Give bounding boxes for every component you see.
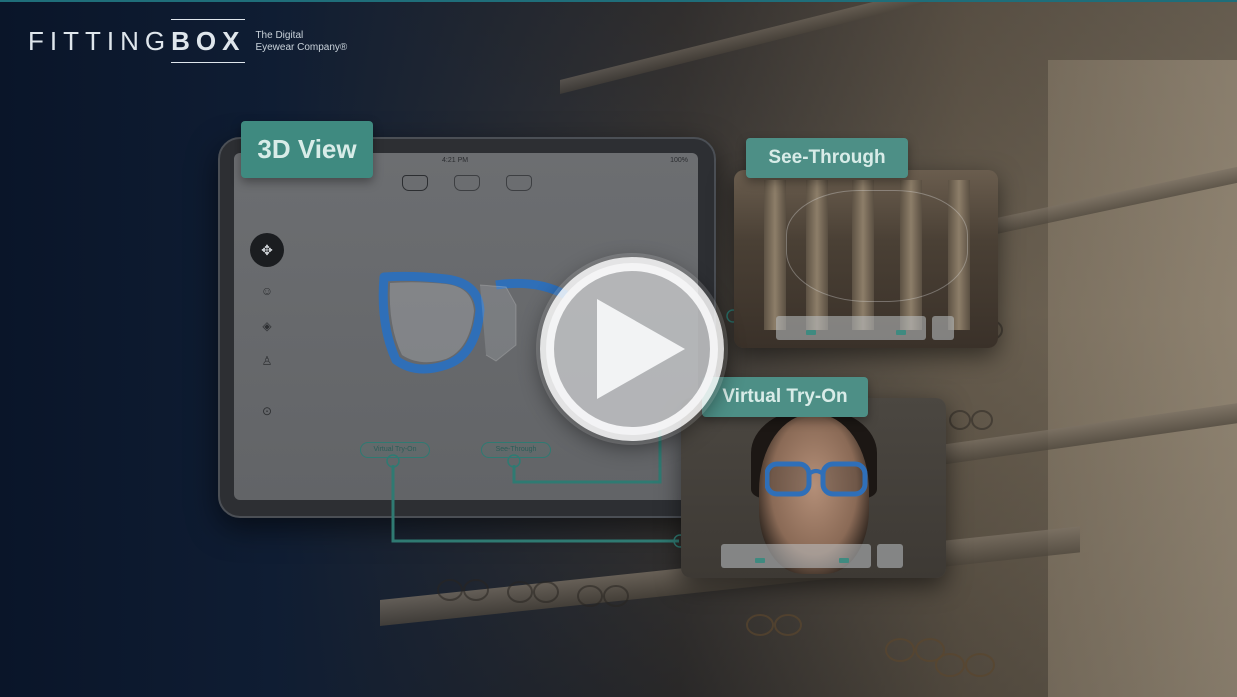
tagline-line-1: The Digital: [255, 29, 304, 41]
status-battery: 100%: [670, 157, 688, 164]
vto-toggle: [877, 544, 903, 568]
lens-outline: [786, 190, 968, 302]
tab-front-view-icon[interactable]: [402, 175, 428, 191]
vto-controls: [721, 544, 871, 568]
logo-text-1: FITTI: [28, 26, 121, 56]
move-icon[interactable]: ✥: [250, 233, 284, 267]
pill-virtual-try-on[interactable]: Virtual Try-On: [360, 442, 430, 458]
face-icon[interactable]: ☺: [256, 280, 278, 302]
view-tabs: [402, 175, 532, 191]
label-virtual-try-on: Virtual Try-On: [702, 377, 868, 417]
logo-tagline: The Digital Eyewear Company®: [255, 30, 347, 54]
play-icon: [597, 299, 685, 399]
vto-glasses-icon: [765, 461, 868, 497]
top-accent-line: [0, 0, 1237, 2]
color-icon[interactable]: ◈: [256, 315, 278, 337]
tab-side-view-icon[interactable]: [454, 175, 480, 191]
play-button[interactable]: [540, 257, 724, 441]
pill-see-through[interactable]: See-Through: [481, 442, 551, 458]
label-3d-view: 3D View: [241, 121, 373, 178]
tagline-line-2: Eyewear Company®: [255, 41, 348, 53]
logo-wordmark: FITTINGBOX: [28, 19, 246, 63]
fittingbox-logo: FITTINGBOX The Digital Eyewear Company®: [28, 19, 347, 63]
see-through-toggle: [932, 316, 954, 340]
see-through-controls: [776, 316, 926, 340]
capture-icon[interactable]: ⊙: [256, 400, 278, 422]
label-see-through: See-Through: [746, 138, 908, 178]
tool-sidebar: ✥ ☺ ◈ ♙ ⊙: [250, 233, 284, 435]
tab-angle-view-icon[interactable]: [506, 175, 532, 191]
see-through-card: [734, 170, 998, 348]
store-pillar: [1048, 60, 1237, 697]
logo-text-2: NG: [120, 26, 172, 56]
logo-text-3: BOX: [171, 19, 246, 63]
status-time: 4:21 PM: [442, 157, 469, 164]
pose-icon[interactable]: ♙: [256, 350, 278, 372]
play-icon-wrap: [540, 257, 724, 441]
column-shape: [764, 180, 786, 330]
